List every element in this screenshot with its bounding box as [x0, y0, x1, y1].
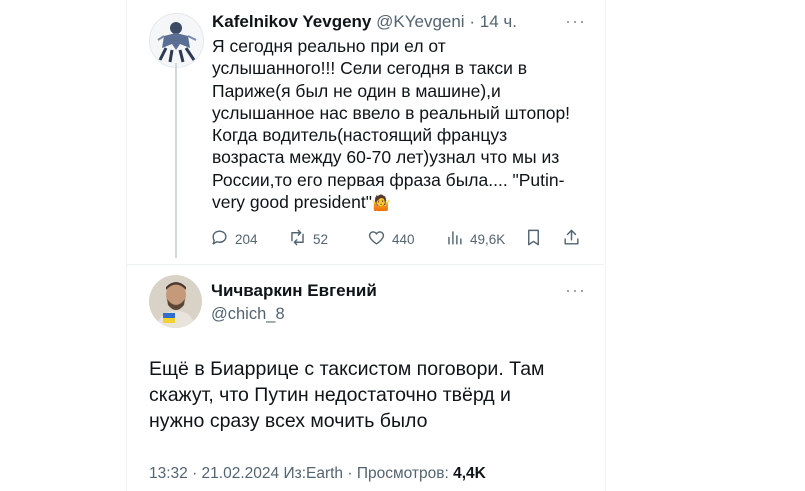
avatar-chichvarkin[interactable] [149, 275, 202, 328]
text-line: России,то его первая фраза была.... "Put… [212, 169, 565, 190]
author-handle[interactable]: @KYevgeni [376, 12, 464, 31]
divider [126, 264, 604, 265]
separator: · [469, 12, 475, 31]
tweet2-text: Ещё в Биаррице с таксистом поговори. Там… [149, 356, 589, 434]
text-line: Когда водитель(настоящий француз [212, 125, 508, 146]
author-name[interactable]: Чичваркин Евгений [211, 281, 377, 301]
like-button[interactable]: 440 [367, 228, 415, 250]
author-handle[interactable]: @chich_8 [211, 305, 285, 324]
share-icon [562, 228, 581, 250]
tweet-meta: 13:32 · 21.02.2024 Из:Earth · Просмотров… [149, 465, 486, 483]
shrug-emoji: 🤷 [371, 195, 391, 213]
tweet-time[interactable]: 14 ч. [480, 12, 517, 31]
text-line: Я сегодня реально при ел от [212, 36, 446, 56]
more-icon[interactable]: ··· [565, 281, 586, 299]
tweet1-header: Kafelnikov Yevgeny @KYevgeni · 14 ч. [212, 12, 517, 32]
text-line: услышанного!!! Сели сегодня в такси в [212, 58, 528, 79]
like-icon [367, 228, 386, 250]
views-count: 49,6K [470, 231, 506, 247]
retweet-count: 52 [313, 231, 329, 247]
retweet-button[interactable]: 52 [288, 228, 328, 250]
views-icon [445, 228, 464, 250]
text-line: Ещё в Биаррице с таксистом поговори. Там [149, 358, 545, 380]
views-button[interactable]: 49,6K [445, 228, 505, 250]
more-icon[interactable]: ··· [565, 12, 586, 30]
thread-connector [175, 63, 177, 258]
retweet-icon [288, 228, 307, 250]
like-count: 440 [392, 231, 415, 247]
author-name[interactable]: Kafelnikov Yevgeny [212, 12, 371, 31]
tweet-actions: 204 52 440 49,6K [210, 228, 585, 250]
text-line: скажут, что Путин недостаточно твёрд и [149, 384, 511, 406]
text-line: нужно сразу всех мочить было [149, 410, 428, 432]
text-line: возраста между 60-70 лет)узнал что мы из [212, 147, 560, 168]
text-line: very good president"🤷 [212, 192, 391, 213]
avatar-kafelnikov[interactable] [149, 13, 204, 68]
text-line: Париже(я был не один в машине),и [212, 80, 501, 101]
reply-button[interactable]: 204 [210, 228, 258, 250]
bookmark-icon [524, 228, 543, 250]
bookmark-button[interactable] [524, 228, 543, 250]
text-line: услышанное нас ввело в реальный штопор! [212, 102, 571, 123]
reply-icon [210, 228, 229, 250]
reply-count: 204 [235, 231, 258, 247]
views-total: 4,4K [453, 465, 486, 482]
meta-info[interactable]: 13:32 · 21.02.2024 Из:Earth · Просмотров… [149, 465, 453, 482]
share-button[interactable] [562, 228, 581, 250]
tweet1-text: Я сегодня реально при ел от услышанного!… [212, 35, 597, 215]
